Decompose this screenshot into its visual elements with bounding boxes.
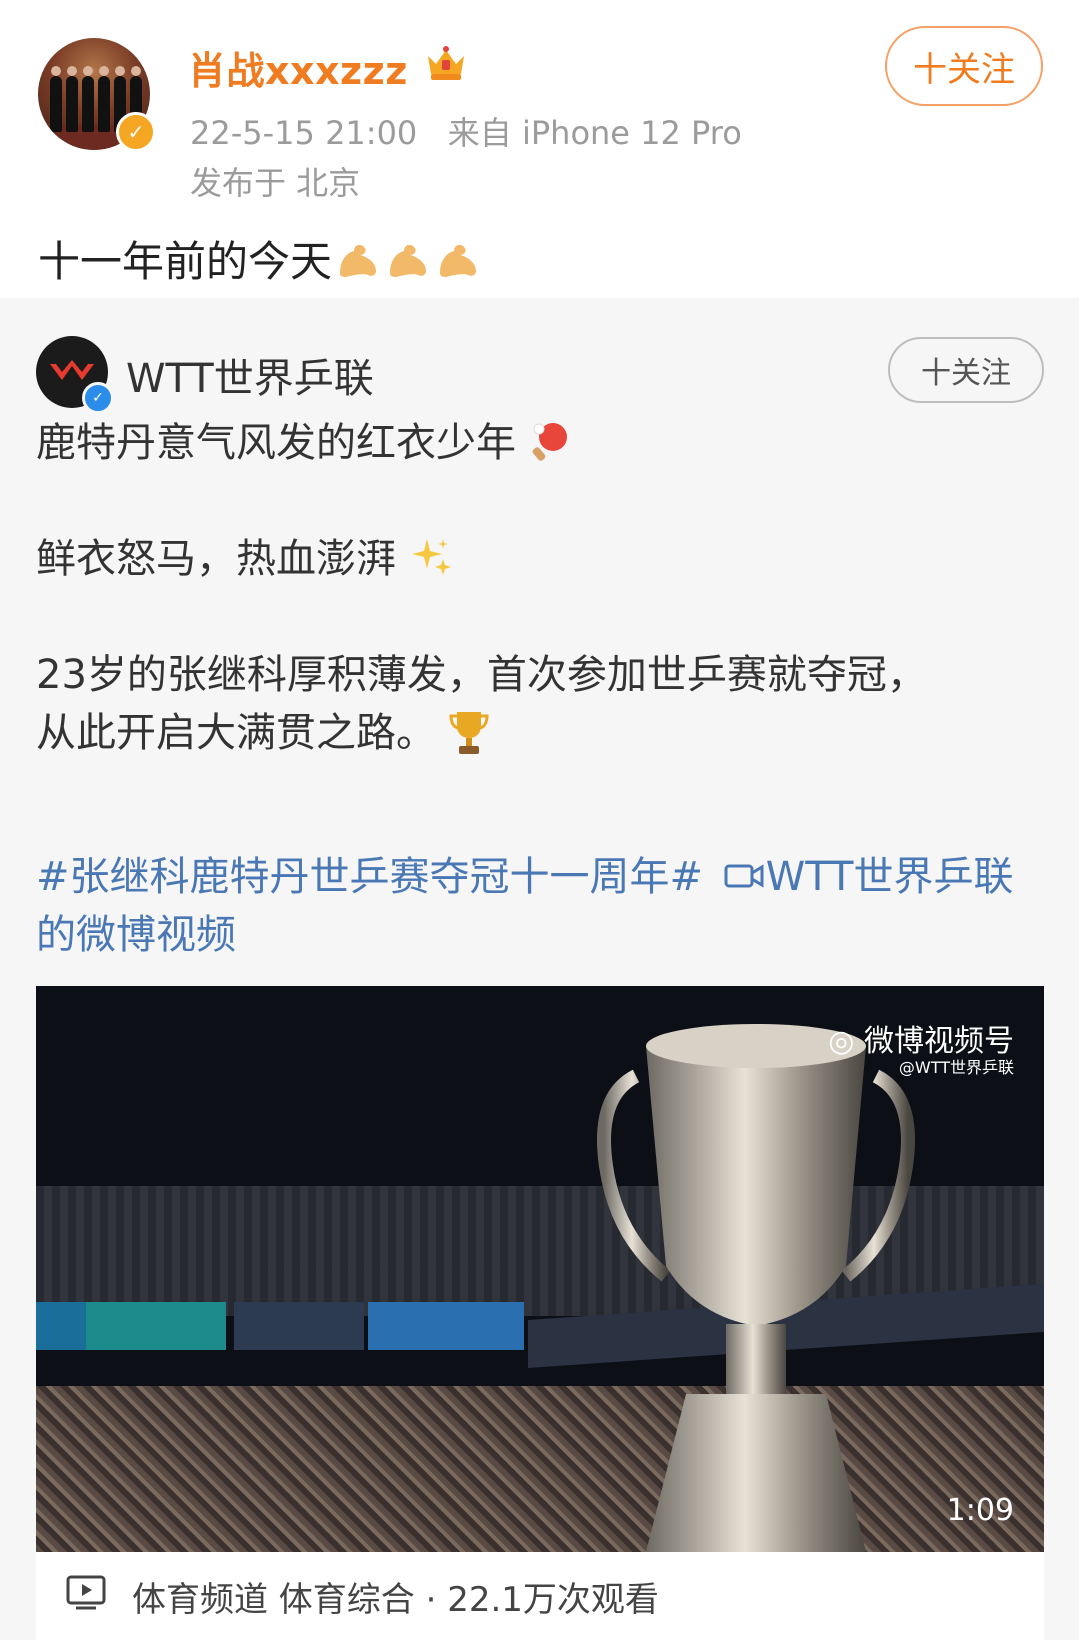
- verified-badge-icon: ✓: [116, 112, 156, 152]
- flexed-biceps-icon: [340, 244, 377, 277]
- repost-follow-button[interactable]: 十关注: [888, 337, 1044, 403]
- post-source: 来自 iPhone 12 Pro: [447, 114, 742, 152]
- crown-icon: [428, 46, 464, 80]
- arena-banner: [86, 1302, 226, 1350]
- ping-pong-icon: [532, 423, 567, 461]
- arena-banner: [234, 1302, 364, 1350]
- repost-paragraph-3: 23岁的张继科厚积薄发，首次参加世乒赛就夺冠， 从此开启大满贯之路。: [36, 646, 1036, 762]
- video-duration: 1:09: [946, 1493, 1014, 1528]
- post-location: 发布于 北京: [190, 164, 361, 202]
- username[interactable]: 肖战xxxzzz: [188, 40, 408, 95]
- watermark-sub: @WTT世界乒联: [898, 1058, 1014, 1077]
- sparkles-icon: [411, 539, 451, 575]
- repost-text-3b: 从此开启大满贯之路。: [36, 710, 436, 756]
- arena-banner: [36, 1302, 86, 1350]
- repost-text-3b-line: 从此开启大满贯之路。: [36, 704, 1036, 762]
- repost-author-name[interactable]: WTT世界乒联: [126, 346, 374, 404]
- video-play-icon: [66, 1575, 106, 1610]
- video-player[interactable]: ◎ 微博视频号 @WTT世界乒联 1:09: [36, 986, 1044, 1552]
- verified-blue-icon: ✓: [82, 382, 114, 414]
- repost-text-1: 鹿特丹意气风发的红衣少年: [36, 420, 516, 466]
- trophy-icon: [449, 712, 489, 754]
- post-time: 22-5-15 21:00: [190, 114, 418, 152]
- arena-banner: [368, 1302, 524, 1350]
- hashtag-link[interactable]: #张继科鹿特丹世乒赛夺冠十一周年#: [36, 854, 703, 900]
- hashtag-line: #张继科鹿特丹世乒赛夺冠十一周年# WTT世界乒联的微博视频: [36, 848, 1046, 964]
- video-info-bar[interactable]: 体育频道 体育综合 · 22.1万次观看: [36, 1552, 1044, 1640]
- flexed-biceps-icon: [390, 244, 427, 277]
- repost-text-3a: 23岁的张继科厚积薄发，首次参加世乒赛就夺冠，: [36, 652, 927, 698]
- weibo-logo-icon: ◎: [828, 1024, 855, 1059]
- post-meta: 22-5-15 21:00 来自 iPhone 12 Pro: [190, 108, 742, 154]
- video-meta: 体育频道 体育综合 · 22.1万次观看: [132, 1580, 659, 1620]
- post-header: ✓ 肖战xxxzzz 22-5-15 21:00 来自 iPhone 12 Pr…: [0, 0, 1079, 300]
- video-camera-icon: [724, 864, 764, 888]
- repost-paragraph-2: 鲜衣怒马，热血澎湃: [36, 530, 1036, 588]
- flexed-biceps-icon: [440, 244, 477, 277]
- post-text-content: 十一年前的今天: [38, 237, 333, 286]
- repost-text-2: 鲜衣怒马，热血澎湃: [36, 536, 396, 582]
- trophy-image: [597, 1024, 915, 1552]
- repost-paragraph-1: 鹿特丹意气风发的红衣少年: [36, 414, 1036, 472]
- follow-button[interactable]: 十关注: [885, 26, 1043, 106]
- post-text: 十一年前的今天: [38, 228, 482, 289]
